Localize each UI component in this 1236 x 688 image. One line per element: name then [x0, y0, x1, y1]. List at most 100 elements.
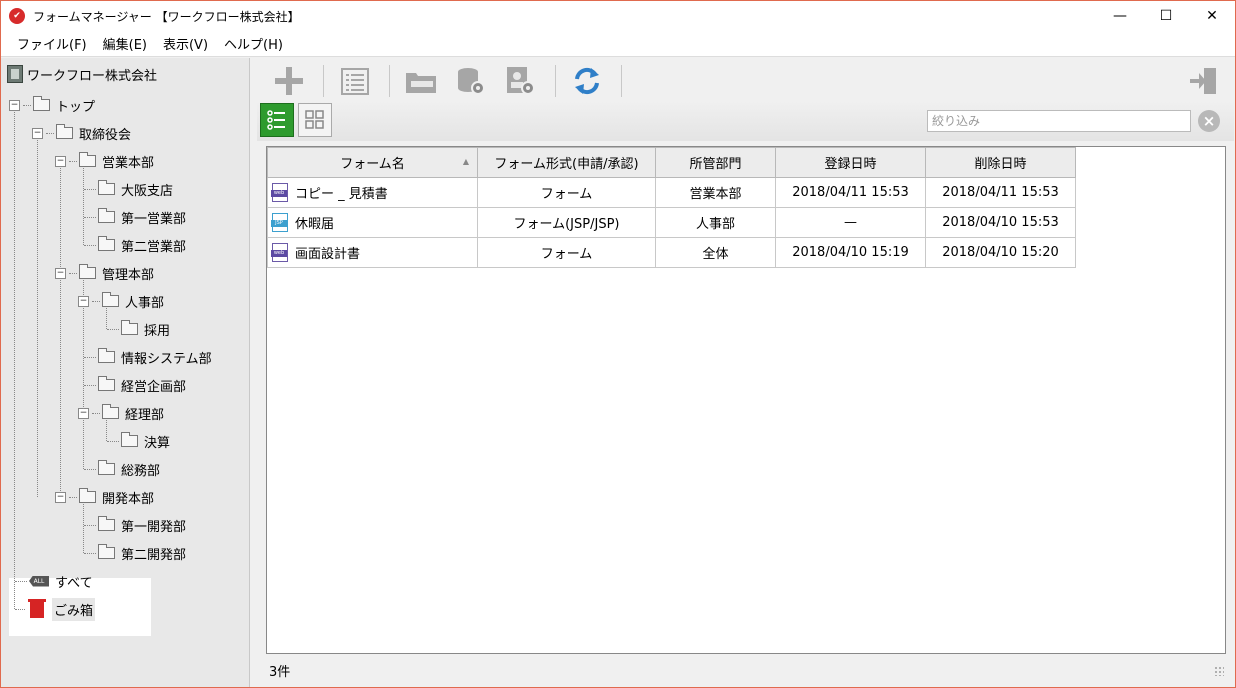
form-type-cell: フォーム	[477, 237, 656, 268]
list-view-button[interactable]	[260, 103, 294, 137]
table-row[interactable]: web 画面設計書 フォーム 全体 2018/04/10 15:19 2018/…	[267, 237, 1076, 268]
tree-connector	[84, 244, 96, 246]
filter-input[interactable]	[927, 110, 1191, 132]
form-name-cell: web コピー _ 見積書	[267, 177, 478, 208]
all-tag-icon: ALL	[29, 575, 49, 587]
folder-icon	[79, 488, 96, 503]
collapse-toggle[interactable]: −	[32, 127, 43, 139]
tree-item-recruiting[interactable]: 採用	[107, 319, 170, 339]
refresh-button[interactable]	[571, 65, 603, 97]
tree-connector	[69, 272, 77, 274]
tree-item-label: トップ	[56, 99, 96, 115]
window-controls: — ☐ ✕	[1097, 1, 1235, 31]
tree-item-dev-1[interactable]: 第一開発部	[84, 515, 186, 535]
menu-view[interactable]: 表示(V)	[155, 34, 216, 53]
deleted-cell: 2018/04/10 15:20	[925, 237, 1076, 268]
tree-item-sales-2[interactable]: 第二営業部	[84, 235, 186, 255]
collapse-toggle[interactable]: −	[55, 491, 66, 503]
tree-item-sales-1[interactable]: 第一営業部	[84, 207, 186, 227]
registered-cell: 2018/04/10 15:19	[775, 237, 926, 268]
database-settings-button[interactable]	[455, 65, 487, 97]
clear-filter-button[interactable]: ×	[1198, 110, 1220, 132]
column-header-form-name[interactable]: フォーム名 ▲	[267, 147, 478, 178]
web-form-icon: web	[271, 183, 288, 202]
tree-item-label: 営業本部	[102, 155, 155, 171]
tree-item-label: 第一営業部	[121, 211, 187, 227]
tree-item-osaka-branch[interactable]: 大阪支店	[84, 179, 173, 199]
tree-item-planning[interactable]: 経営企画部	[84, 375, 186, 395]
trash-icon	[28, 598, 46, 618]
tree-item-label: ごみ箱	[52, 597, 96, 621]
tree-item-accounting[interactable]: − 経理部	[78, 403, 164, 423]
plus-icon	[275, 67, 303, 95]
tree-item-top[interactable]: − トップ	[9, 95, 95, 115]
folder-icon	[98, 180, 115, 195]
column-header-deleted[interactable]: 削除日時	[925, 147, 1076, 178]
deleted-cell: 2018/04/11 15:53	[925, 177, 1076, 208]
tree-item-label: 情報システム部	[121, 351, 212, 367]
org-tree: − トップ − 取締役会 − 営業本部 大阪支店 第一営業部 第二営業部 − 管…	[1, 58, 249, 687]
tree-connector	[84, 552, 96, 554]
window-title: フォームマネージャー 【ワークフロー株式会社】	[33, 9, 300, 24]
table-row[interactable]: web コピー _ 見積書 フォーム 営業本部 2018/04/11 15:53…	[267, 177, 1076, 208]
toolbar-separator	[323, 65, 324, 97]
add-button[interactable]	[273, 65, 305, 97]
tree-item-board[interactable]: − 取締役会	[32, 123, 131, 143]
deleted-cell: 2018/04/10 15:53	[925, 207, 1076, 238]
department-cell: 全体	[655, 237, 776, 268]
tree-item-it[interactable]: 情報システム部	[84, 347, 212, 367]
tree-item-trash[interactable]: ごみ箱	[15, 597, 96, 621]
toolbar	[257, 61, 1234, 101]
tree-item-general-affairs[interactable]: 総務部	[84, 459, 160, 479]
folder-icon	[79, 152, 96, 167]
close-button[interactable]: ✕	[1189, 1, 1235, 31]
menu-help[interactable]: ヘルプ(H)	[216, 34, 291, 53]
column-header-form-type[interactable]: フォーム形式(申請/承認)	[477, 147, 656, 178]
minimize-button[interactable]: —	[1097, 1, 1143, 31]
toolbar-separator	[621, 65, 622, 97]
tree-item-sales-hq[interactable]: − 営業本部	[55, 151, 154, 171]
tree-connector	[69, 160, 77, 162]
collapse-toggle[interactable]: −	[78, 407, 89, 419]
registered-cell: 2018/04/11 15:53	[775, 177, 926, 208]
folder-icon	[79, 264, 96, 279]
column-header-department[interactable]: 所管部門	[655, 147, 776, 178]
column-header-registered[interactable]: 登録日時	[775, 147, 926, 178]
tile-view-button[interactable]	[298, 103, 332, 137]
tree-connector	[46, 132, 54, 134]
user-settings-button[interactable]	[505, 65, 537, 97]
collapse-toggle[interactable]: −	[9, 99, 20, 111]
menu-file[interactable]: ファイル(F)	[9, 34, 95, 53]
tree-item-hr[interactable]: − 人事部	[78, 291, 164, 311]
tree-connector	[84, 468, 96, 470]
tree-item-closing[interactable]: 決算	[107, 431, 170, 451]
list-button[interactable]	[339, 65, 371, 97]
table-row[interactable]: JSP 休暇届 フォーム(JSP/JSP) 人事部 — 2018/04/10 1…	[267, 207, 1076, 238]
maximize-button[interactable]: ☐	[1143, 1, 1189, 31]
toolbar-separator	[389, 65, 390, 97]
collapse-toggle[interactable]: −	[78, 295, 89, 307]
grid-view-icon	[305, 110, 324, 129]
resize-grip-icon[interactable]	[1214, 666, 1224, 676]
exit-button[interactable]	[1187, 65, 1219, 97]
tree-guide-line	[83, 165, 84, 245]
collapse-toggle[interactable]: −	[55, 267, 66, 279]
tree-connector	[107, 328, 119, 330]
folder-icon	[98, 236, 115, 251]
form-type-cell: フォーム	[477, 177, 656, 208]
tree-item-dev-hq[interactable]: − 開発本部	[55, 487, 154, 507]
tree-item-admin-hq[interactable]: − 管理本部	[55, 263, 154, 283]
tree-item-all[interactable]: ALL すべて	[15, 571, 93, 591]
tree-item-dev-2[interactable]: 第二開発部	[84, 543, 186, 563]
folder-icon	[98, 348, 115, 363]
folder-icon	[102, 292, 119, 307]
collapse-toggle[interactable]: −	[55, 155, 66, 167]
tree-item-label: 第二営業部	[121, 239, 187, 255]
list-icon	[341, 68, 369, 95]
js-css-button[interactable]	[405, 65, 437, 97]
folder-icon	[56, 124, 73, 139]
tree-item-label: すべて	[55, 575, 93, 591]
menu-edit[interactable]: 編集(E)	[95, 34, 155, 53]
department-cell: 営業本部	[655, 177, 776, 208]
database-settings-icon	[458, 68, 485, 95]
